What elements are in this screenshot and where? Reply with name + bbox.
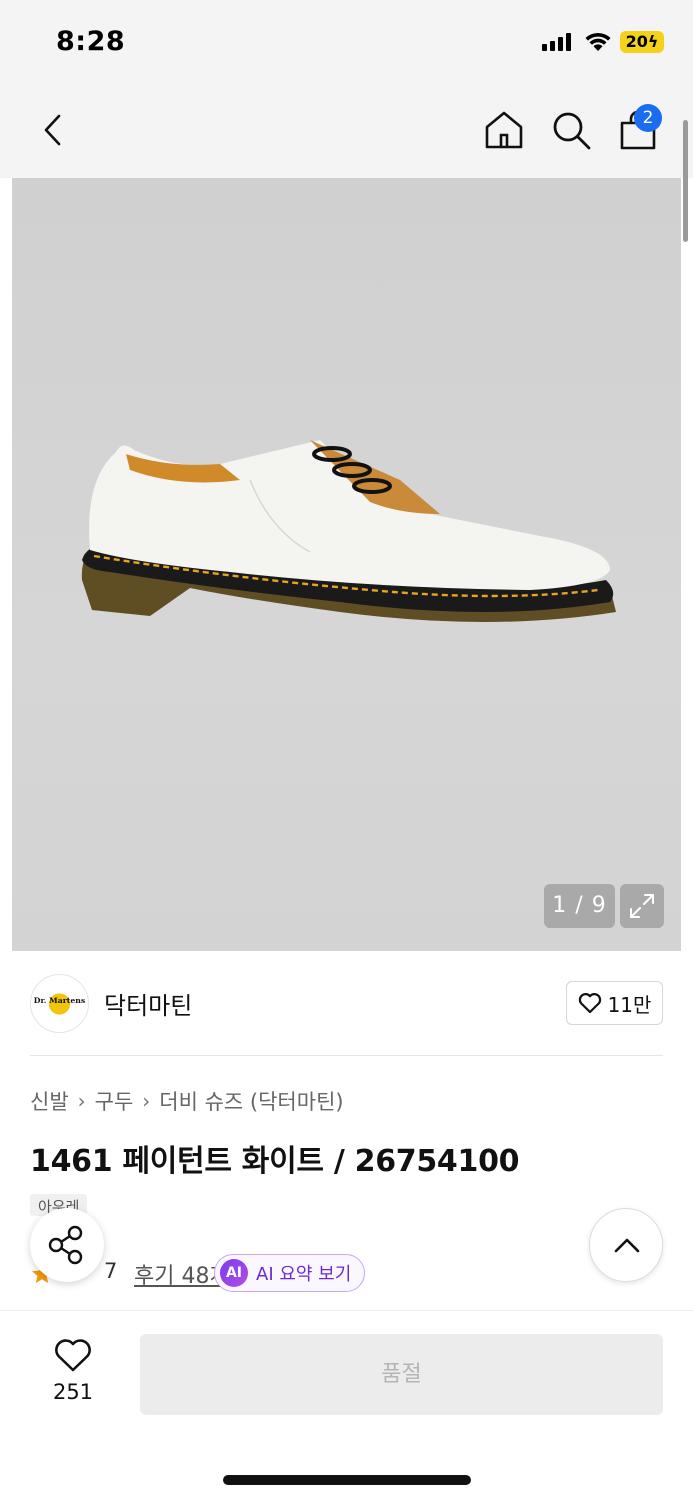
battery-indicator: 20ϟ bbox=[620, 31, 664, 53]
brand-like-count: 11만 bbox=[607, 992, 652, 1017]
brand-logo[interactable]: Dr. Martens bbox=[30, 974, 89, 1033]
wishlist-count: 251 bbox=[52, 1380, 94, 1404]
sold-out-button[interactable]: 품절 bbox=[140, 1334, 663, 1415]
chevron-up-icon bbox=[614, 1238, 640, 1253]
breadcrumb-item[interactable]: 더비 슈즈 (닥터마틴) bbox=[159, 1086, 343, 1116]
product-image-gallery[interactable]: 1 / 9 bbox=[12, 178, 681, 951]
battery-level: 20 bbox=[625, 32, 648, 51]
brand-name[interactable]: 닥터마틴 bbox=[104, 986, 192, 1021]
cart-count-badge: 2 bbox=[634, 104, 662, 132]
expand-button[interactable] bbox=[620, 884, 664, 928]
image-counter: 1 / 9 bbox=[544, 884, 615, 928]
ai-badge: AI bbox=[220, 1259, 248, 1287]
status-bar: 8:28 20ϟ bbox=[0, 0, 693, 88]
cellular-signal-icon bbox=[542, 33, 571, 51]
brand-like-button[interactable]: 11만 bbox=[566, 981, 663, 1025]
top-navigation bbox=[0, 88, 693, 178]
charging-bolt-icon: ϟ bbox=[647, 32, 659, 51]
ai-summary-button[interactable]: AI AI 요약 보기 bbox=[214, 1254, 365, 1292]
scroll-to-top-button[interactable] bbox=[589, 1208, 663, 1282]
product-title: 1461 페이턴트 화이트 / 26754100 bbox=[30, 1144, 520, 1179]
home-button[interactable] bbox=[482, 108, 526, 152]
home-indicator[interactable] bbox=[223, 1475, 471, 1485]
section-divider bbox=[30, 1055, 663, 1056]
share-button[interactable] bbox=[30, 1208, 104, 1282]
share-icon bbox=[48, 1225, 83, 1265]
breadcrumb-item[interactable]: 구두 bbox=[95, 1086, 134, 1116]
chevron-right-icon: › bbox=[142, 1089, 151, 1113]
wifi-icon bbox=[585, 32, 611, 51]
search-button[interactable] bbox=[549, 108, 593, 152]
breadcrumb: 신발 › 구두 › 더비 슈즈 (닥터마틴) bbox=[30, 1086, 344, 1116]
ai-summary-label: AI 요약 보기 bbox=[256, 1264, 352, 1285]
brand-row[interactable]: Dr. Martens 닥터마틴 11만 bbox=[30, 974, 663, 1034]
rating-score: 7 bbox=[104, 1259, 118, 1283]
status-time: 8:28 bbox=[56, 26, 126, 57]
back-button[interactable] bbox=[34, 110, 74, 150]
product-image bbox=[81, 440, 617, 622]
breadcrumb-item[interactable]: 신발 bbox=[30, 1086, 69, 1116]
brand-logo-text: Dr. Martens bbox=[34, 996, 86, 1005]
chevron-right-icon: › bbox=[77, 1089, 86, 1113]
heart-icon bbox=[578, 993, 601, 1014]
scrollbar[interactable] bbox=[683, 120, 688, 242]
wishlist-heart-icon[interactable] bbox=[53, 1337, 93, 1373]
